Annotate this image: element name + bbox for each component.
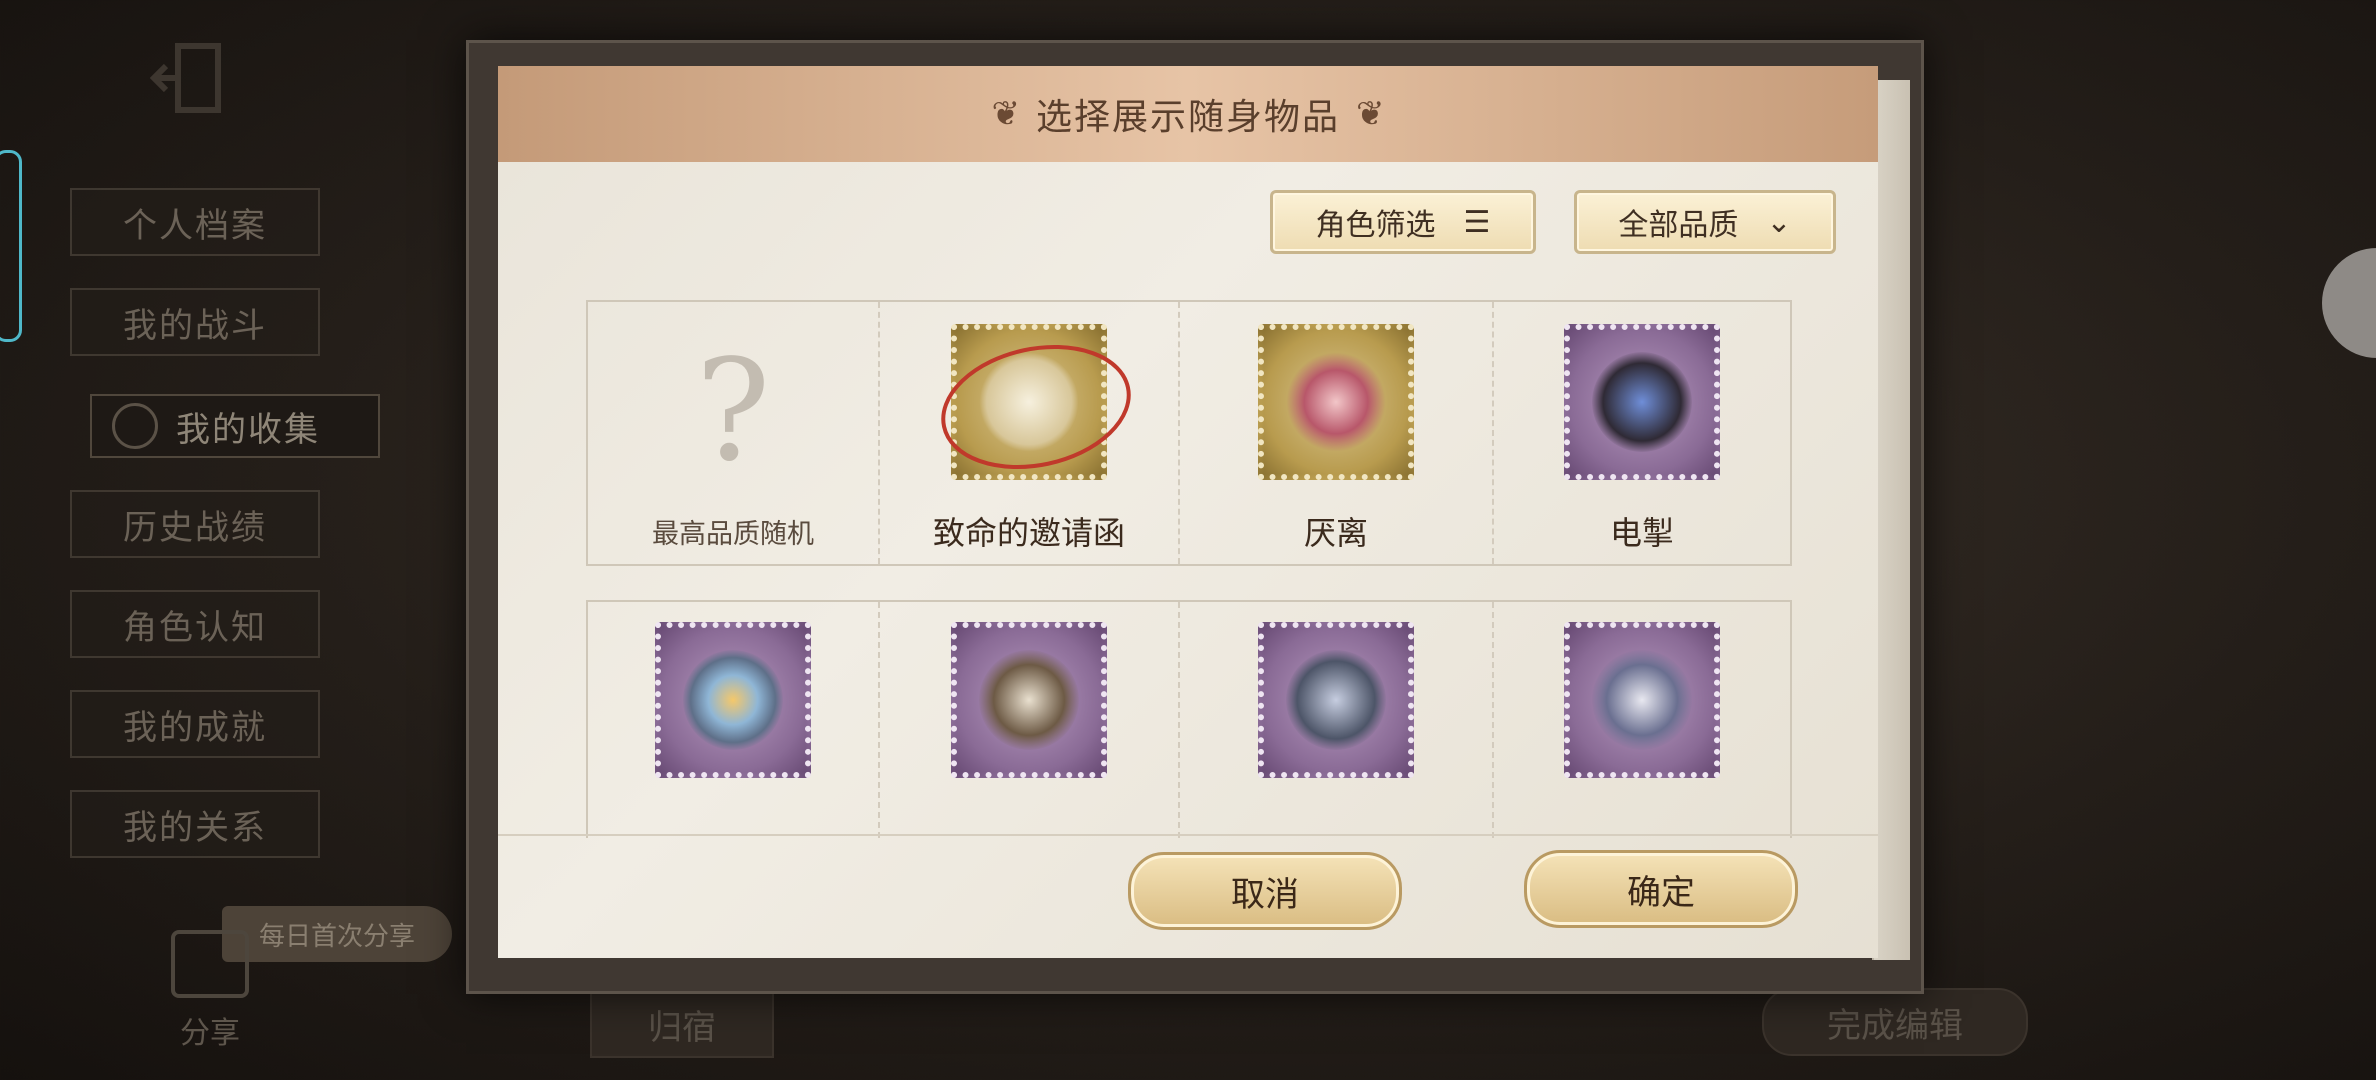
daily-share-label: 每日首次分享 [258, 921, 415, 952]
role-filter-label: 角色筛选 [1315, 208, 1436, 243]
gold-stamp-frame [1258, 324, 1414, 480]
left-edge-tab[interactable] [0, 150, 22, 342]
laurel-right-icon: ❦ [1356, 94, 1385, 134]
purple-stamp-frame [1258, 622, 1414, 778]
nav-label: 历史战绩 [123, 507, 267, 548]
nav-item-battle[interactable]: 我的战斗 [70, 288, 320, 356]
crystal-shard-icon [1286, 650, 1386, 750]
share-label: 分享 [180, 1016, 240, 1051]
item-name: 致命的邀请函 [932, 514, 1125, 552]
item-name: 厌离 [1303, 514, 1368, 552]
footer-divider [498, 834, 1878, 836]
nav-item-role-knowledge[interactable]: 角色认知 [70, 590, 320, 658]
nav-label: 我的战斗 [123, 305, 267, 346]
shield-icon [112, 403, 158, 449]
cancel-button[interactable]: 取消 [1128, 852, 1402, 930]
puzzle-icon[interactable] [2322, 248, 2376, 358]
item-hourglass[interactable] [1494, 602, 1790, 838]
finish-edit-label: 完成编辑 [1827, 1005, 1963, 1046]
item-name: 电掣 [1609, 514, 1674, 552]
nav-label: 角色认知 [123, 607, 267, 648]
question-mark-icon: ? [695, 330, 771, 493]
confirm-button[interactable]: 确定 [1524, 850, 1798, 928]
nav-item-history[interactable]: 历史战绩 [70, 490, 320, 558]
item-crystal-shard[interactable] [1180, 602, 1494, 838]
role-filter-button[interactable]: 角色筛选 ☰ [1270, 190, 1536, 254]
winged-staff-icon [1286, 352, 1386, 452]
laurel-left-icon: ❦ [991, 94, 1020, 134]
purple-stamp-frame [951, 622, 1107, 778]
item-name: 最高品质随机 [652, 519, 814, 550]
nav-label: 个人档案 [123, 205, 267, 246]
pearl-shell-icon [683, 650, 783, 750]
cancel-label: 取消 [1231, 874, 1299, 915]
exit-icon[interactable] [150, 40, 230, 120]
share-icon [171, 930, 249, 998]
purple-stamp-frame [1564, 324, 1720, 480]
quality-filter-dropdown[interactable]: 全部品质 ⌄ [1574, 190, 1836, 254]
item-random-top-quality[interactable]: ? 最高品质随机 [588, 302, 880, 564]
item-select-dialog: ❦ 选择展示随身物品 ❦ 角色筛选 ☰ 全部品质 ⌄ ? 最高品质随机 致命的邀… [498, 66, 1878, 958]
nav-item-profile[interactable]: 个人档案 [70, 188, 320, 256]
hourglass-icon [1592, 650, 1692, 750]
finish-edit-button: 完成编辑 [1762, 988, 2028, 1056]
nav-item-collection[interactable]: 我的收集 [90, 394, 380, 458]
nav-label: 我的成就 [123, 707, 267, 748]
item-row-1: ? 最高品质随机 致命的邀请函 厌离 电掣 [586, 300, 1792, 566]
item-deadly-invitation[interactable]: 致命的邀请函 [880, 302, 1180, 564]
goat-figure-icon [979, 650, 1079, 750]
item-goat-figure[interactable] [880, 602, 1180, 838]
item-row-2 [586, 600, 1792, 838]
quality-filter-label: 全部品质 [1618, 208, 1739, 243]
chevron-down-icon: ⌄ [1766, 204, 1792, 240]
highlight-circle [941, 344, 1131, 470]
item-dianche[interactable]: 电掣 [1494, 302, 1790, 564]
item-pearl-shell[interactable] [588, 602, 880, 838]
nav-item-relations[interactable]: 我的关系 [70, 790, 320, 858]
nav-item-achievements[interactable]: 我的成就 [70, 690, 320, 758]
dialog-title: 选择展示随身物品 [1035, 97, 1340, 138]
dialog-header: ❦ 选择展示随身物品 ❦ [498, 66, 1878, 162]
share-button[interactable]: 分享 [160, 930, 260, 1052]
purple-stamp-frame [1564, 622, 1720, 778]
list-icon: ☰ [1463, 204, 1491, 240]
item-yanli[interactable]: 厌离 [1180, 302, 1494, 564]
purple-stamp-frame [655, 622, 811, 778]
lightning-boot-icon [1592, 352, 1692, 452]
background-left-label: 归宿 [648, 1007, 716, 1048]
background-left-button: 归宿 [590, 990, 774, 1058]
confirm-label: 确定 [1627, 872, 1695, 913]
nav-label: 我的收集 [176, 409, 320, 450]
nav-label: 我的关系 [123, 807, 267, 848]
